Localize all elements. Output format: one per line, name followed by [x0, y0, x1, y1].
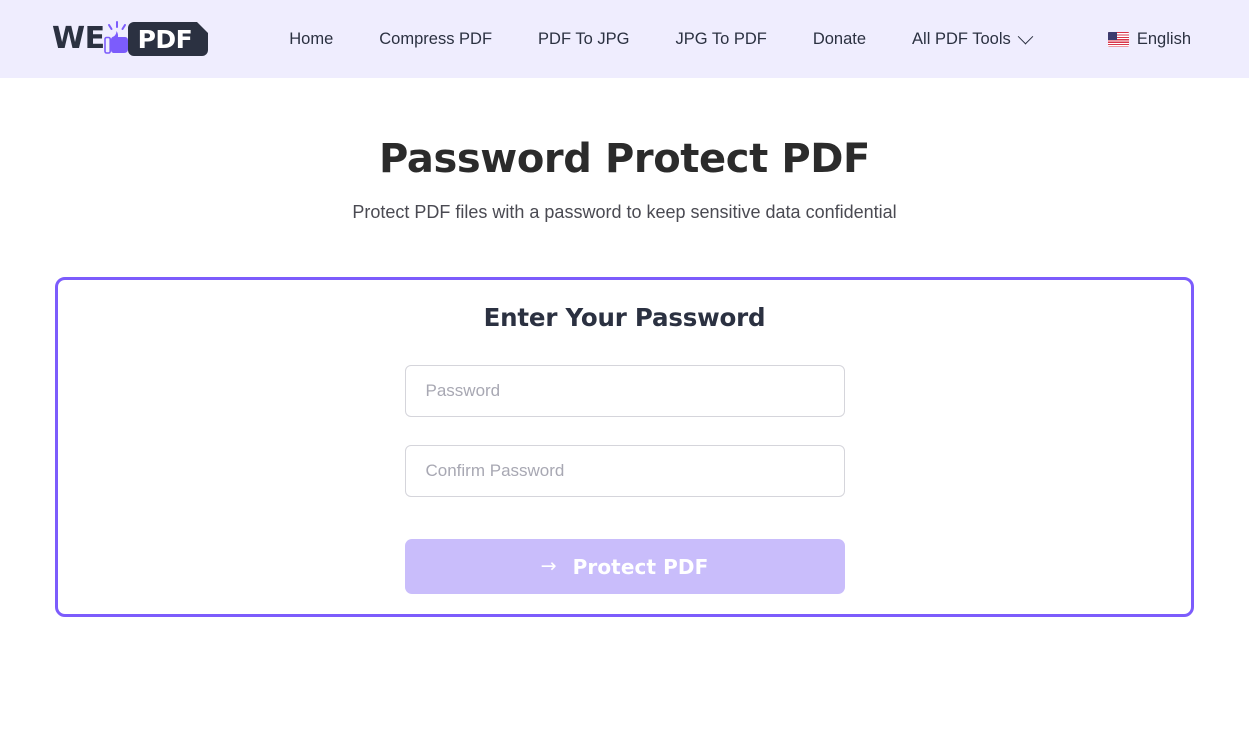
chevron-down-icon: [1017, 28, 1034, 44]
logo-text-we: WE: [52, 21, 105, 56]
logo-document-badge: PDF: [127, 22, 209, 56]
nav-item-compress-pdf[interactable]: Compress PDF: [356, 31, 515, 48]
nav-label: PDF To JPG: [538, 29, 630, 48]
page-subtitle: Protect PDF files with a password to kee…: [352, 202, 897, 222]
main-nav: Home Compress PDF PDF To JPG JPG To PDF …: [266, 28, 1054, 48]
nav-label: Compress PDF: [379, 29, 493, 48]
page-title: Password Protect PDF: [379, 136, 870, 182]
arrow-right-icon: →: [540, 555, 557, 577]
card-heading: Enter Your Password: [483, 303, 766, 332]
protect-pdf-button-label: Protect PDF: [572, 554, 709, 579]
us-flag-icon: [1107, 31, 1129, 47]
password-input[interactable]: [404, 365, 845, 417]
nav-item-jpg-to-pdf[interactable]: JPG To PDF: [652, 31, 789, 48]
password-card: Enter Your Password → Protect PDF: [55, 277, 1194, 617]
site-logo[interactable]: WE PDF: [52, 17, 209, 61]
logo-text-pdf: PDF: [137, 24, 193, 54]
nav-item-pdf-to-jpg[interactable]: PDF To JPG: [515, 31, 652, 48]
language-label: English: [1136, 29, 1191, 48]
confirm-password-input[interactable]: [404, 445, 845, 497]
site-header: WE PDF Home Compress PDF PDF To JPG JPG …: [0, 0, 1249, 78]
nav-label: JPG To PDF: [675, 29, 767, 48]
nav-item-donate[interactable]: Donate: [790, 31, 889, 48]
nav-item-home[interactable]: Home: [266, 31, 356, 48]
nav-label: Donate: [812, 29, 867, 48]
nav-item-all-pdf-tools[interactable]: All PDF Tools: [889, 28, 1054, 48]
logo-fold-corner: [197, 22, 209, 33]
language-selector[interactable]: English: [1107, 29, 1191, 48]
nav-label: Home: [289, 29, 334, 48]
nav-label: All PDF Tools: [912, 29, 1011, 48]
protect-pdf-button[interactable]: → Protect PDF: [404, 539, 845, 594]
main-content: Password Protect PDF Protect PDF files w…: [0, 136, 1249, 617]
